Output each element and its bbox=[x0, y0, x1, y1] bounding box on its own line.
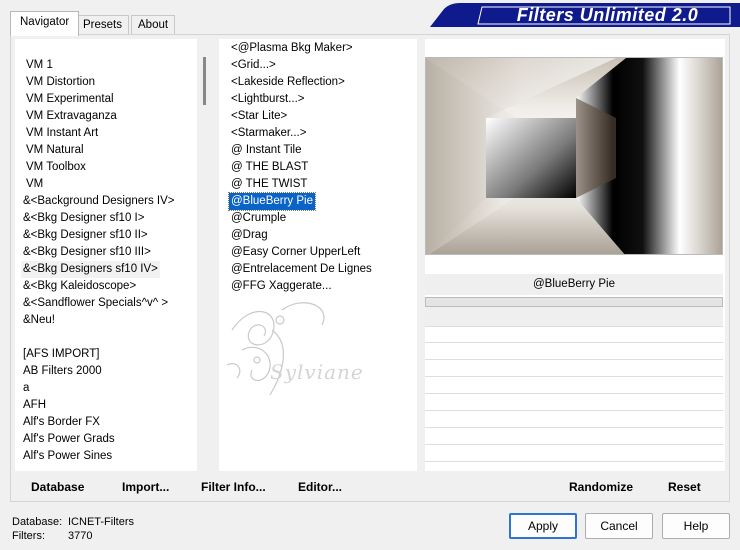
filter-info-button[interactable]: Filter Info... bbox=[201, 478, 266, 496]
parameter-sliders bbox=[425, 307, 723, 471]
param-row[interactable] bbox=[425, 344, 723, 360]
tab-presets[interactable]: Presets bbox=[76, 15, 129, 35]
category-list[interactable]: VM 1 VM Distortion VM Experimental VM Extra… bbox=[15, 39, 197, 471]
progress-bar bbox=[425, 297, 723, 307]
editor-button[interactable]: Editor... bbox=[298, 478, 342, 496]
app-banner: Filters Unlimited 2.0 bbox=[430, 3, 740, 27]
filter-item[interactable]: <Starmaker...> bbox=[229, 125, 308, 142]
category-item[interactable]: AB Filters 2000 bbox=[21, 363, 104, 380]
category-item[interactable]: &Neu! bbox=[21, 312, 57, 329]
filter-item[interactable]: @ Instant Tile bbox=[229, 142, 303, 159]
database-label: Database: bbox=[12, 516, 63, 528]
cancel-button[interactable]: Cancel bbox=[585, 513, 653, 539]
category-item[interactable]: VM 1 bbox=[24, 57, 55, 74]
category-item[interactable]: VM bbox=[24, 176, 45, 193]
category-item[interactable]: AFH bbox=[21, 397, 48, 414]
import-button[interactable]: Import... bbox=[122, 478, 169, 496]
category-item[interactable]: &<Bkg Kaleidoscope> bbox=[21, 278, 138, 295]
filter-item[interactable]: <Lakeside Reflection> bbox=[229, 74, 347, 91]
param-row[interactable] bbox=[425, 395, 723, 411]
category-item[interactable]: Alf's Border FX bbox=[21, 414, 102, 431]
preview-image bbox=[425, 57, 723, 255]
category-item[interactable]: &<Bkg Designer sf10 I> bbox=[21, 210, 146, 227]
category-item[interactable]: &<Background Designers IV> bbox=[21, 193, 177, 210]
filter-item[interactable]: @ THE TWIST bbox=[229, 176, 309, 193]
navigator-toolbar: Database Import... Filter Info... Editor… bbox=[12, 475, 416, 499]
param-row[interactable] bbox=[425, 361, 723, 377]
category-scrollbar[interactable] bbox=[197, 39, 214, 471]
reset-button[interactable]: Reset bbox=[668, 478, 701, 496]
filter-item[interactable]: <Grid...> bbox=[229, 57, 278, 74]
apply-button[interactable]: Apply bbox=[509, 513, 577, 539]
preview-toolbar: Randomize Reset bbox=[425, 475, 725, 499]
param-row[interactable] bbox=[425, 412, 723, 428]
preview-render bbox=[426, 58, 722, 254]
filter-item[interactable]: @BlueBerry Pie bbox=[228, 192, 316, 211]
filter-item[interactable]: @Easy Corner UpperLeft bbox=[229, 244, 362, 261]
param-row[interactable] bbox=[425, 446, 723, 462]
category-item[interactable]: &<Bkg Designer sf10 III> bbox=[21, 244, 153, 261]
category-item[interactable]: VM Distortion bbox=[24, 74, 97, 91]
filters-count: 3770 bbox=[68, 530, 93, 542]
database-value: ICNET-Filters bbox=[68, 516, 134, 528]
param-row[interactable] bbox=[425, 307, 723, 327]
database-info: Database: ICNET-Filters bbox=[12, 515, 134, 529]
tab-navigator[interactable]: Navigator bbox=[10, 11, 80, 36]
category-item[interactable]: VM Experimental bbox=[24, 91, 116, 108]
category-item[interactable] bbox=[21, 329, 25, 346]
randomize-button[interactable]: Randomize bbox=[569, 478, 633, 496]
watermark-flourish bbox=[226, 302, 325, 396]
selected-filter-title: @BlueBerry Pie bbox=[425, 274, 723, 295]
help-button[interactable]: Help bbox=[662, 513, 730, 539]
filter-item[interactable]: @Drag bbox=[229, 227, 270, 244]
filter-item[interactable]: @Crumple bbox=[229, 210, 288, 227]
app-title: Filters Unlimited 2.0 bbox=[516, 5, 699, 25]
category-item[interactable]: a bbox=[21, 380, 31, 397]
param-row[interactable] bbox=[425, 378, 723, 394]
category-item[interactable]: VM Toolbox bbox=[24, 159, 88, 176]
filter-item[interactable]: @ THE BLAST bbox=[229, 159, 310, 176]
category-item[interactable]: VM Extravaganza bbox=[24, 108, 119, 125]
tab-about[interactable]: About bbox=[131, 15, 176, 35]
category-item[interactable]: Alf's Power Grads bbox=[21, 431, 117, 448]
filter-item[interactable]: @Entrelacement De Lignes bbox=[229, 261, 374, 278]
category-item[interactable]: VM Natural bbox=[24, 142, 86, 159]
category-item[interactable]: Alf's Power Sines bbox=[21, 448, 114, 465]
filter-item[interactable]: <Star Lite> bbox=[229, 108, 289, 125]
filters-label: Filters: bbox=[12, 530, 45, 542]
category-item[interactable]: &<Bkg Designer sf10 II> bbox=[21, 227, 150, 244]
watermark-text: Sylviane bbox=[270, 360, 364, 384]
category-item[interactable]: VM Instant Art bbox=[24, 125, 100, 142]
category-item[interactable]: &<Sandflower Specials^v^ > bbox=[21, 295, 170, 312]
param-row[interactable] bbox=[425, 327, 723, 343]
filters-count-info: Filters: 3770 bbox=[12, 529, 92, 543]
category-item[interactable]: &<Bkg Designers sf10 IV> bbox=[21, 261, 160, 278]
database-button[interactable]: Database bbox=[31, 478, 84, 496]
filter-item[interactable]: <Lightburst...> bbox=[229, 91, 307, 108]
scrollbar-thumb[interactable] bbox=[203, 57, 206, 105]
category-item[interactable]: [AFS IMPORT] bbox=[21, 346, 101, 363]
param-row[interactable] bbox=[425, 429, 723, 445]
filter-item[interactable]: <@Plasma Bkg Maker> bbox=[229, 40, 355, 57]
